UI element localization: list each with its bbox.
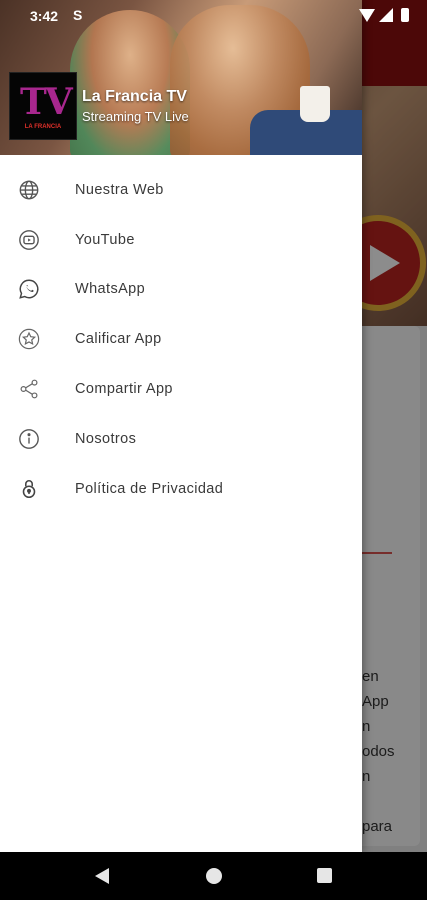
menu-item-nuestra-web[interactable]: Nuestra Web (0, 165, 362, 215)
menu-item-label: Nuestra Web (75, 181, 164, 198)
logo-text: TV (20, 81, 73, 123)
navigation-drawer: TV LA FRANCIA La Francia TV Streaming TV… (0, 0, 362, 852)
drawer-title: La Francia TV (82, 88, 187, 105)
recents-icon[interactable] (317, 868, 332, 883)
menu-item-calificar-app[interactable]: Calificar App (0, 314, 362, 364)
menu-item-youtube[interactable]: YouTube (0, 215, 362, 265)
youtube-icon (18, 229, 40, 251)
menu-item-label: YouTube (75, 231, 135, 248)
cellular-signal-icon (379, 8, 393, 22)
battery-icon (401, 8, 409, 22)
menu-item-label: WhatsApp (75, 281, 146, 298)
status-bar: 3:42 S (0, 0, 427, 32)
menu-item-nosotros[interactable]: Nosotros (0, 414, 362, 464)
star-icon (18, 328, 40, 350)
menu-item-compartir-app[interactable]: Compartir App (0, 364, 362, 414)
menu-item-label: Nosotros (75, 430, 137, 447)
menu-item-label: Calificar App (75, 331, 162, 348)
status-time: 3:42 (30, 8, 59, 24)
drawer-subtitle: Streaming TV Live (82, 109, 189, 124)
system-navigation-bar (0, 852, 427, 900)
wifi-icon (359, 8, 375, 22)
header-photo-cup (300, 86, 330, 122)
drawer-menu: Nuestra Web YouTube WhatsApp Calificar A… (0, 165, 362, 514)
menu-item-label: Compartir App (75, 381, 173, 398)
menu-item-politica-de-privacidad[interactable]: Política de Privacidad (0, 464, 362, 514)
menu-item-label: Política de Privacidad (75, 480, 224, 497)
status-icons (359, 8, 409, 22)
lock-icon (18, 478, 40, 500)
logo-subtext: LA FRANCIA (24, 124, 62, 130)
back-icon[interactable] (95, 868, 109, 884)
info-icon (18, 428, 40, 450)
whatsapp-icon (18, 278, 40, 300)
menu-item-whatsapp[interactable]: WhatsApp (0, 265, 362, 315)
home-icon[interactable] (206, 868, 222, 884)
notification-icon: S (73, 7, 83, 23)
app-logo: TV LA FRANCIA (9, 72, 77, 140)
globe-icon (18, 179, 40, 201)
share-icon (18, 378, 40, 400)
